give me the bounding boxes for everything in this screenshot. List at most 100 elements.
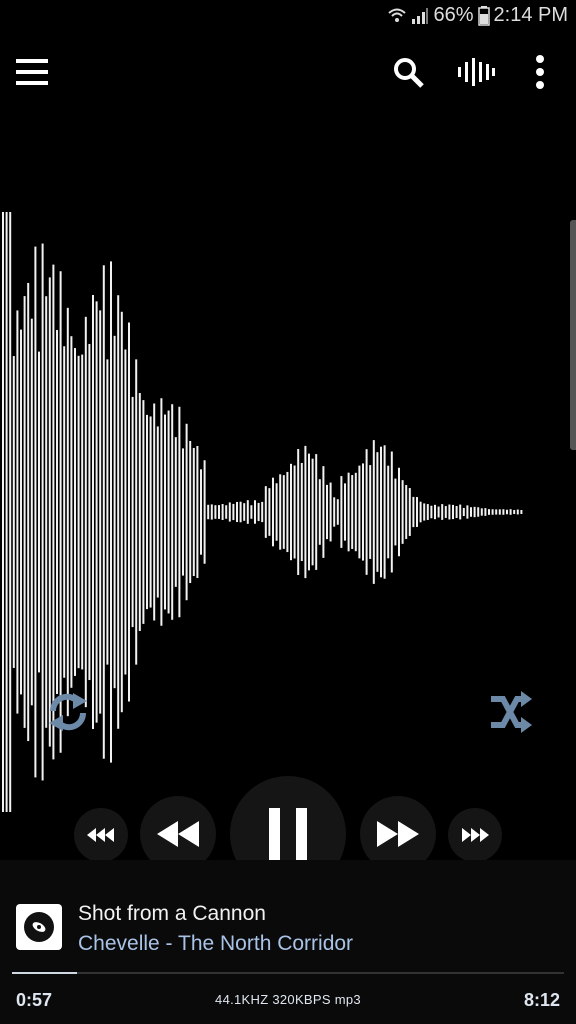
status-bar: 66% 2:14 PM [0,0,576,34]
waveform-bar [142,400,145,624]
track-title: Shot from a Cannon [78,902,266,925]
waveform-bar [225,505,228,519]
waveform-bar [416,497,418,527]
waveform-bar [156,426,159,598]
waveform-bar [318,479,321,545]
waveform-bar [81,354,84,670]
waveform-bar [2,212,4,812]
clock: 2:14 PM [493,4,568,26]
waveform-bar [480,508,483,516]
waveform-bar [509,509,512,515]
waveform-bar [268,488,271,536]
scroll-handle[interactable] [570,220,576,450]
waveform-bar [192,447,195,577]
waveform-bar [23,296,26,728]
waveform-bar [167,410,170,614]
waveform-bar [189,440,192,584]
waveform-bar [329,482,332,542]
waveform-visualizer[interactable] [0,150,576,870]
waveform-bar [34,246,37,778]
waveform-icon[interactable] [454,50,498,94]
waveform-bar [473,506,476,518]
waveform-bar [120,311,123,713]
waveform-bar [322,466,325,558]
waveform-bar [448,504,451,520]
more-vert-icon[interactable] [520,50,560,94]
waveform-bar [214,505,217,519]
waveform-bar [236,501,238,523]
waveform-bar [369,465,372,559]
waveform-bar [171,404,174,620]
waveform-bar [412,496,415,528]
waveform-bar [149,416,152,608]
status-indicators: 66% 2:14 PM [387,4,568,27]
waveform-bar [308,453,310,571]
waveform-bar [358,465,361,559]
waveform-bar [221,504,224,520]
waveform-bar [513,510,516,514]
waveform-bar [340,476,343,548]
waveform-bar [228,502,231,522]
waveform-bar [59,271,62,753]
wifi-icon [387,7,407,25]
album-art-icon[interactable] [16,904,62,950]
waveform-bar [124,349,127,675]
fast-rewind-button[interactable] [74,808,128,862]
waveform-bar [250,505,253,519]
repeat-icon[interactable] [42,686,94,738]
waveform-bar [401,480,404,544]
waveform-bar [394,478,397,546]
waveform-bar [326,484,328,540]
waveform-bar [210,504,213,520]
waveform-bar [455,506,458,518]
waveform-bar [344,483,346,541]
waveform-bar [304,445,307,579]
waveform-bar [110,261,112,763]
waveform-bar [491,509,494,515]
waveform-bar [84,316,87,708]
waveform-bar [462,507,465,517]
hamburger-menu-icon[interactable] [10,50,54,94]
waveform-bar [398,467,400,557]
waveform-bar [106,359,109,665]
waveform-bar [279,474,282,550]
waveform-bar [48,277,51,747]
waveform-bar [243,503,246,521]
fast-rewind-icon [87,828,114,842]
waveform-bar [336,499,339,525]
search-icon[interactable] [386,50,430,94]
waveform-bar [70,336,73,688]
waveform-bar [354,472,357,552]
waveform-bar [520,510,523,514]
pause-icon [269,808,307,860]
waveform-bar [300,462,303,562]
waveform-bar [138,393,141,631]
waveform-bar [484,508,487,516]
forward-icon [377,821,419,847]
waveform-bar [218,505,220,519]
waveform-bar [466,505,469,519]
battery-icon [477,5,490,26]
waveform-bar [146,414,148,610]
waveform-bar [477,507,480,517]
waveform-bar [488,509,490,515]
waveform-bar [437,506,440,518]
waveform-bar [426,504,429,520]
shuffle-icon[interactable] [484,686,536,738]
top-toolbar [0,40,576,104]
waveform-bar [74,348,76,676]
waveform-bar [30,318,33,706]
rewind-icon [157,821,199,847]
waveform-bar [16,310,19,714]
waveform-bar [506,509,508,515]
waveform-bar [117,295,120,729]
fast-forward-button[interactable] [448,808,502,862]
waveform-bar [102,265,105,759]
waveform-bar [423,503,426,521]
waveform-bar [387,465,390,559]
seek-bar[interactable] [12,972,564,974]
waveform-bar [200,469,202,555]
now-playing-panel[interactable]: Shot from a Cannon Chevelle - The North … [0,860,576,1024]
waveform-bar [135,359,138,665]
waveform-bar [261,501,264,523]
